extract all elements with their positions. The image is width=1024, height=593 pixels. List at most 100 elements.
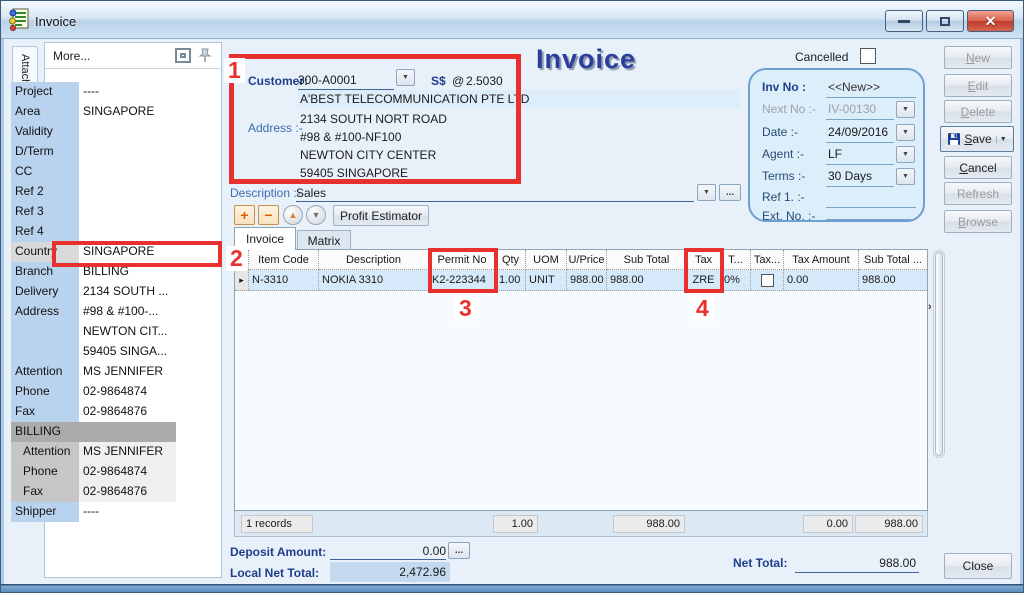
agent-value[interactable]: LF [828,147,842,161]
description-label: Description :- [230,186,301,200]
remove-row-button[interactable]: − [258,205,279,225]
move-up-button[interactable]: ▲ [283,205,303,225]
annotation-number-3: 3 [455,296,476,321]
ext-no-field[interactable] [826,219,916,220]
col-permit-no[interactable]: Permit No [429,250,496,270]
cell-u-price[interactable]: 988.00 [567,270,607,291]
sidebar-row-shipper: Shipper---- [11,502,176,522]
maximize-button[interactable] [926,10,964,32]
cell-tax-amount[interactable]: 0.00 [784,270,859,291]
refresh-button[interactable]: Refresh [944,182,1012,205]
cancel-button[interactable]: Cancel [944,156,1012,179]
col-tax-amount[interactable]: Tax Amount [784,250,859,270]
col-u-price[interactable]: U/Price [567,250,607,270]
deposit-more-button[interactable]: ... [448,542,470,559]
col-qty[interactable]: Qty [496,250,526,270]
grid-vertical-scrollbar[interactable] [933,250,945,458]
agent-label: Agent :- [762,147,804,161]
app-icon [9,7,31,31]
sidebar-row-fax: Fax02-9864876 [11,402,176,422]
tab-matrix[interactable]: Matrix [297,230,351,250]
date-value[interactable]: 24/09/2016 [828,125,888,139]
browse-button[interactable]: Browse [944,210,1012,233]
description-field[interactable]: Sales [296,182,694,202]
description-dropdown-button[interactable]: ▼ [697,184,716,201]
footer-tax-amount: 0.00 [803,515,853,533]
sidebar-row-billing-phone: Phone02-9864874 [11,462,176,482]
add-row-button[interactable]: + [234,205,255,225]
cancelled-label: Cancelled [795,50,848,64]
next-no-dropdown-button[interactable]: ▼ [896,101,915,118]
sidebar-row-ref4: Ref 4 [11,222,176,242]
terms-dropdown-button[interactable]: ▼ [896,168,915,185]
sidebar-row-area: AreaSINGAPORE [11,102,176,122]
cell-tax[interactable]: ZRE [687,270,721,291]
col-item-code[interactable]: Item Code [249,250,319,270]
window-title: Invoice [35,14,76,29]
cell-uom[interactable]: UNIT [526,270,567,291]
col-sub-total-2[interactable]: Sub Total ... [859,250,927,270]
ref1-label: Ref 1. :- [762,190,805,204]
col-sub-total[interactable]: Sub Total [607,250,687,270]
col-tax[interactable]: Tax [687,250,721,270]
title-bar: Invoice [1,1,1023,39]
edit-button[interactable]: Edit [944,74,1012,97]
next-no-value[interactable]: IV-00130 [828,102,876,116]
tax-inclusive-checkbox[interactable] [761,274,774,287]
grid-data-row[interactable]: ▸ N-3310 NOKIA 3310 K2-223344 1.00 UNIT … [235,270,927,291]
col-tax-inclusive[interactable]: Tax... [751,250,784,270]
inv-no-value: <<New>> [828,80,880,94]
deposit-amount-field[interactable]: 0.00 [330,541,446,560]
scrollbar-thumb[interactable] [935,252,943,456]
customer-code-field[interactable]: 300-A0001 [298,68,394,90]
cell-qty[interactable]: 1.00 [496,270,526,291]
cell-item-code[interactable]: N-3310 [249,270,319,291]
delete-button[interactable]: Delete [944,100,1012,123]
cancelled-checkbox[interactable] [860,48,876,64]
sidebar-row-billing-fax: Fax02-9864876 [11,482,176,502]
cell-description[interactable]: NOKIA 3310 [319,270,429,291]
terms-label: Terms :- [762,169,805,183]
sidebar-row-address: Address#98 & #100-... [11,302,176,322]
description-more-button[interactable]: ... [719,184,741,201]
dock-icon[interactable] [175,48,191,63]
close-button[interactable]: Close [944,553,1012,579]
close-window-button[interactable]: ✕ [967,10,1014,32]
col-description[interactable]: Description [319,250,429,270]
save-dropdown-arrow[interactable]: ▼ [996,136,1007,143]
sidebar-row-address2: NEWTON CIT... [11,322,176,342]
minimize-icon [898,20,910,23]
pin-icon[interactable] [197,47,213,64]
local-net-total-value: 2,472.96 [330,562,450,582]
invoice-info-panel: Inv No : <<New>> Next No :- IV-00130 ▼ D… [748,68,925,222]
minimize-button[interactable] [885,10,923,32]
cell-permit-no[interactable]: K2-223344 [429,270,496,291]
col-t[interactable]: T... [721,250,751,270]
net-total-value: 988.00 [820,556,916,570]
cell-sub-total-2[interactable]: 988.00 [859,270,927,291]
currency-code: S$ [431,74,446,88]
address-line-4: 59405 SINGAPORE [300,166,408,180]
agent-dropdown-button[interactable]: ▼ [896,146,915,163]
sidebar-row-delivery: Delivery2134 SOUTH ... [11,282,176,302]
local-net-total-label: Local Net Total: [230,566,319,580]
save-button[interactable]: Save ▼ [940,126,1014,152]
more-label[interactable]: More... [53,49,90,63]
sidebar-row-country: CountrySINGAPORE [11,242,176,262]
customer-dropdown-button[interactable]: ▼ [396,69,415,86]
cell-sub-total[interactable]: 988.00 [607,270,687,291]
date-dropdown-button[interactable]: ▼ [896,124,915,141]
terms-value[interactable]: 30 Days [828,169,872,183]
new-button[interactable]: New [944,46,1012,69]
minus-icon: − [264,207,272,223]
col-uom[interactable]: UOM [526,250,567,270]
cell-t[interactable]: 0% [721,270,751,291]
chevron-down-icon: ▼ [902,173,909,180]
splitter-arrow-icon[interactable]: › [928,301,936,317]
address-label: Address :- [248,121,303,135]
ref1-field[interactable] [826,207,916,208]
bottom-scroll-strip[interactable] [1,584,1023,592]
move-down-button[interactable]: ▼ [306,205,326,225]
chevron-down-icon: ▼ [703,189,710,196]
profit-estimator-button[interactable]: Profit Estimator [333,205,429,226]
